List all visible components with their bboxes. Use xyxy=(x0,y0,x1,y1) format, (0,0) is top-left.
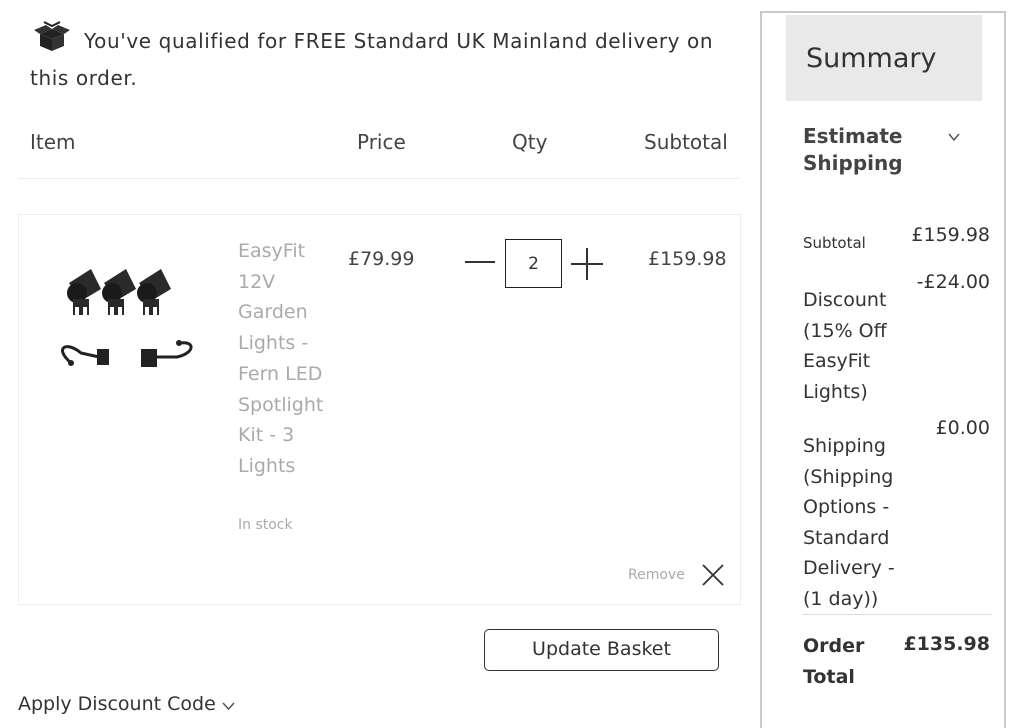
order-total-label: Order Total xyxy=(803,635,865,688)
order-total-value: £135.98 xyxy=(903,633,990,655)
close-icon[interactable] xyxy=(701,563,725,587)
remove-item-link[interactable]: Remove xyxy=(628,567,685,583)
item-subtotal: £159.98 xyxy=(648,248,727,270)
summary-shipping-label: Shipping (Shipping Options - Standard De… xyxy=(803,435,895,610)
qty-increase-button[interactable] xyxy=(571,248,603,280)
summary-discount-value: -£24.00 xyxy=(916,271,990,293)
qty-decrease-button[interactable] xyxy=(465,261,495,263)
summary-discount-label: Discount (15% Off EasyFit Lights) xyxy=(803,289,887,403)
cart-column-headers: Item Price Qty Subtotal xyxy=(30,130,740,160)
apply-discount-toggle[interactable]: Apply Discount Code xyxy=(18,693,216,715)
item-price: £79.99 xyxy=(348,248,415,270)
column-item: Item xyxy=(30,130,76,154)
summary-shipping-value: £0.00 xyxy=(935,417,990,439)
chevron-down-icon[interactable] xyxy=(221,699,236,713)
estimate-shipping-toggle[interactable]: Estimate Shipping xyxy=(803,123,933,177)
delivery-box-icon xyxy=(34,21,70,51)
stock-status: In stock xyxy=(238,517,293,533)
divider xyxy=(802,614,992,615)
free-delivery-notice: You've qualified for FREE Standard UK Ma… xyxy=(30,20,750,97)
summary-title: Summary xyxy=(786,15,982,101)
qty-input[interactable] xyxy=(505,239,562,288)
summary-subtotal-label: Subtotal xyxy=(803,234,866,252)
column-subtotal: Subtotal xyxy=(644,130,728,154)
product-name[interactable]: EasyFit 12V Garden Lights - Fern LED Spo… xyxy=(238,236,338,482)
divider xyxy=(18,178,740,179)
update-basket-button[interactable]: Update Basket xyxy=(484,629,719,671)
column-qty: Qty xyxy=(512,130,548,154)
notice-text: You've qualified for FREE Standard UK Ma… xyxy=(30,29,714,90)
summary-subtotal-value: £159.98 xyxy=(911,224,990,246)
product-image[interactable] xyxy=(49,263,199,403)
chevron-down-icon[interactable] xyxy=(947,131,961,143)
column-price: Price xyxy=(357,130,406,154)
order-summary: Summary Estimate Shipping Subtotal £159.… xyxy=(760,11,1006,728)
cart-item: EasyFit 12V Garden Lights - Fern LED Spo… xyxy=(18,214,741,605)
